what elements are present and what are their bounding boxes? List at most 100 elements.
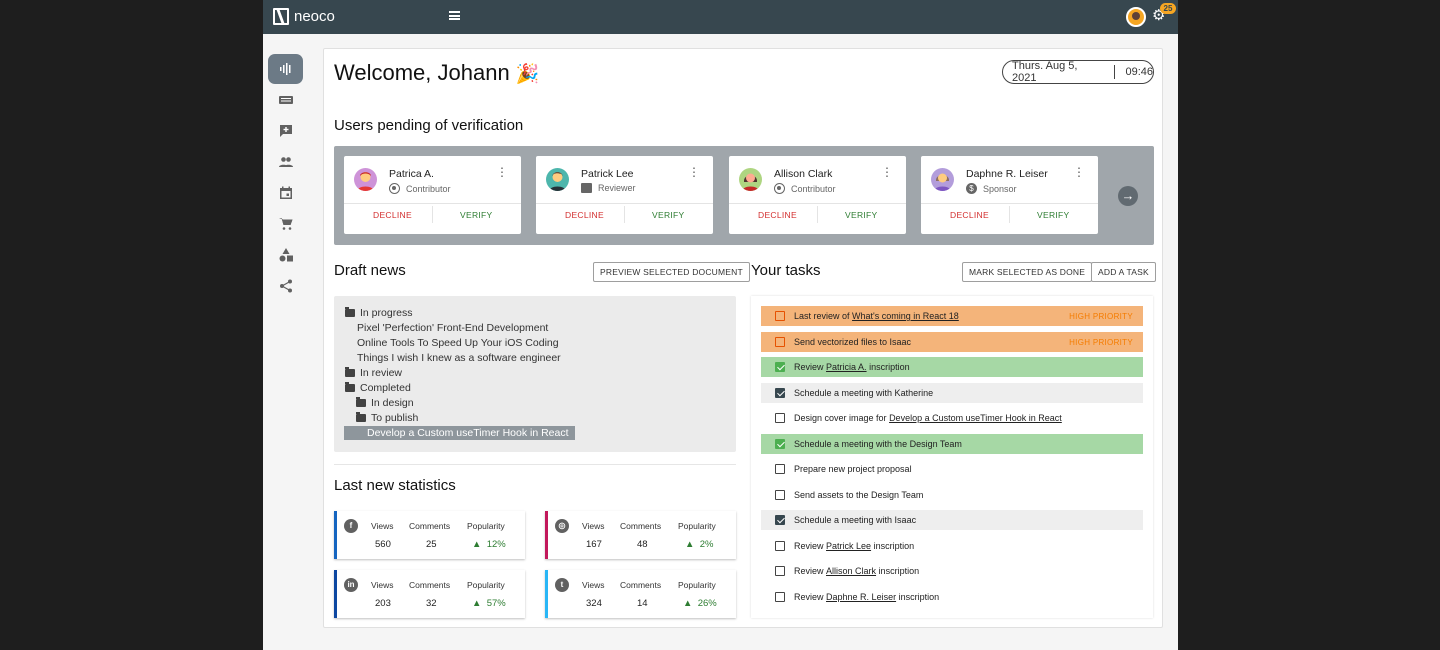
tree-folder-in-design[interactable]: In design	[356, 397, 414, 409]
more-vert-icon[interactable]: ⋮	[496, 166, 508, 178]
datetime-separator	[1114, 65, 1116, 79]
more-vert-icon[interactable]: ⋮	[881, 166, 893, 178]
tree-item[interactable]: Online Tools To Speed Up Your iOS Coding	[357, 337, 559, 349]
sidebar-item-feedback[interactable]	[268, 116, 303, 146]
task-row[interactable]: Prepare new project proposal	[761, 459, 1143, 479]
popularity-value: ▲ 57%	[472, 598, 506, 609]
task-checkbox[interactable]	[775, 592, 785, 602]
col-comments: Comments	[620, 580, 662, 590]
sidebar-item-shop[interactable]	[268, 209, 303, 239]
tree-folder-to-publish[interactable]: To publish	[356, 412, 418, 424]
comment-add-icon	[279, 125, 292, 137]
task-checkbox[interactable]	[775, 362, 785, 372]
task-checkbox[interactable]	[775, 566, 785, 576]
task-row[interactable]: Design cover image for Develop a Custom …	[761, 408, 1143, 428]
shopping-cart-icon	[278, 218, 292, 230]
task-link[interactable]: Patricia A.	[826, 362, 867, 372]
sidebar-item-share[interactable]	[268, 271, 303, 301]
tree-label: To publish	[371, 412, 419, 424]
task-row[interactable]: Schedule a meeting with Isaac	[761, 510, 1143, 530]
decline-button[interactable]: DECLINE	[565, 210, 604, 220]
user-role: $ Sponsor	[966, 183, 1017, 194]
task-row[interactable]: Last review of What's coming in React 18…	[761, 306, 1143, 326]
task-row[interactable]: Review Patricia A. inscription	[761, 357, 1143, 377]
task-row[interactable]: Review Patrick Lee inscription	[761, 536, 1143, 556]
more-vert-icon[interactable]: ⋮	[688, 166, 700, 178]
col-views: Views	[371, 521, 394, 531]
task-row[interactable]: Send vectorized files to Isaac HIGH PRIO…	[761, 332, 1143, 352]
app-logo[interactable]: neoco	[273, 8, 335, 25]
verify-button[interactable]: VERIFY	[1037, 210, 1070, 220]
hamburger-menu-icon[interactable]	[449, 11, 460, 20]
shapes-icon	[279, 248, 293, 262]
tree-folder-in-review[interactable]: In review	[345, 367, 402, 379]
task-row[interactable]: Schedule a meeting with Katherine	[761, 383, 1143, 403]
verify-button[interactable]: VERIFY	[460, 210, 493, 220]
task-link[interactable]: Develop a Custom useTimer Hook in React	[889, 413, 1062, 423]
sidebar-item-users[interactable]	[268, 147, 303, 177]
share-icon	[279, 279, 292, 293]
task-checkbox[interactable]	[775, 311, 785, 321]
tree-item[interactable]: Pixel 'Perfection' Front-End Development	[357, 322, 548, 334]
task-checkbox[interactable]	[775, 413, 785, 423]
tree-folder-in-progress[interactable]: In progress	[345, 307, 413, 319]
add-task-button[interactable]: ADD A TASK	[1091, 262, 1156, 282]
stat-card-twitter: t Views Comments Popularity 324 14 ▲ 26%	[545, 570, 736, 618]
user-role: Contributor	[389, 183, 451, 194]
draft-tree: In progress Pixel 'Perfection' Front-End…	[334, 296, 736, 452]
tree-item[interactable]: Things I wish I knew as a software engin…	[357, 352, 561, 364]
task-row[interactable]: Schedule a meeting with the Design Team	[761, 434, 1143, 454]
tree-label: Pixel 'Perfection' Front-End Development	[357, 322, 549, 334]
mark-done-button[interactable]: MARK SELECTED AS DONE	[962, 262, 1093, 282]
calendar-icon	[279, 186, 292, 199]
pending-users-carousel: Patrica A. Contributor ⋮ DECLINE VERIFY …	[334, 146, 1154, 245]
action-separator	[432, 206, 433, 223]
task-checkbox[interactable]	[775, 464, 785, 474]
logo-icon	[273, 8, 289, 25]
popularity-value: ▲ 26%	[683, 598, 717, 609]
task-checkbox[interactable]	[775, 337, 785, 347]
verify-button[interactable]: VERIFY	[845, 210, 878, 220]
task-row[interactable]: Send assets to the Design Team	[761, 485, 1143, 505]
task-link[interactable]: Daphne R. Leiser	[826, 592, 896, 602]
party-emoji-icon: 🎉	[515, 64, 540, 85]
task-checkbox[interactable]	[775, 490, 785, 500]
col-views: Views	[582, 521, 605, 531]
card-divider	[344, 203, 521, 204]
tree-item-selected[interactable]: Develop a Custom useTimer Hook in React	[344, 426, 575, 440]
user-role: Contributor	[774, 183, 836, 194]
task-link[interactable]: Allison Clark	[826, 566, 876, 576]
col-comments: Comments	[620, 521, 662, 531]
task-checkbox[interactable]	[775, 439, 785, 449]
more-vert-icon[interactable]: ⋮	[1073, 166, 1085, 178]
decline-button[interactable]: DECLINE	[373, 210, 412, 220]
task-link[interactable]: Patrick Lee	[826, 541, 871, 551]
task-row[interactable]: Review Allison Clark inscription	[761, 561, 1143, 581]
task-row[interactable]: Review Daphne R. Leiser inscription	[761, 587, 1143, 607]
verify-button[interactable]: VERIFY	[652, 210, 685, 220]
user-avatar[interactable]	[1126, 7, 1146, 27]
sidebar-item-news[interactable]	[268, 85, 303, 115]
decline-button[interactable]: DECLINE	[758, 210, 797, 220]
folder-icon	[345, 382, 355, 392]
tree-folder-completed[interactable]: Completed	[345, 382, 411, 394]
page-title: Welcome, Johann 🎉	[334, 60, 540, 86]
arrow-right-icon[interactable]: →	[1118, 186, 1138, 206]
user-name: Allison Clark	[774, 168, 833, 180]
task-checkbox[interactable]	[775, 541, 785, 551]
decline-button[interactable]: DECLINE	[950, 210, 989, 220]
task-text: Schedule a meeting with Isaac	[794, 515, 917, 525]
tree-label: Completed	[360, 382, 411, 394]
task-link[interactable]: What's coming in React 18	[852, 311, 959, 321]
task-text-suffix: inscription	[869, 362, 910, 372]
task-text: Send assets to the Design Team	[794, 490, 924, 500]
task-text: Schedule a meeting with the Design Team	[794, 439, 962, 449]
priority-badge: HIGH PRIORITY	[1069, 311, 1133, 321]
task-text: Review	[794, 592, 824, 602]
sidebar-item-calendar[interactable]	[268, 178, 303, 208]
sidebar-item-categories[interactable]	[268, 240, 303, 270]
task-checkbox[interactable]	[775, 515, 785, 525]
sidebar-item-dashboard[interactable]	[268, 54, 303, 84]
preview-document-button[interactable]: PREVIEW SELECTED DOCUMENT	[593, 262, 750, 282]
task-checkbox[interactable]	[775, 388, 785, 398]
